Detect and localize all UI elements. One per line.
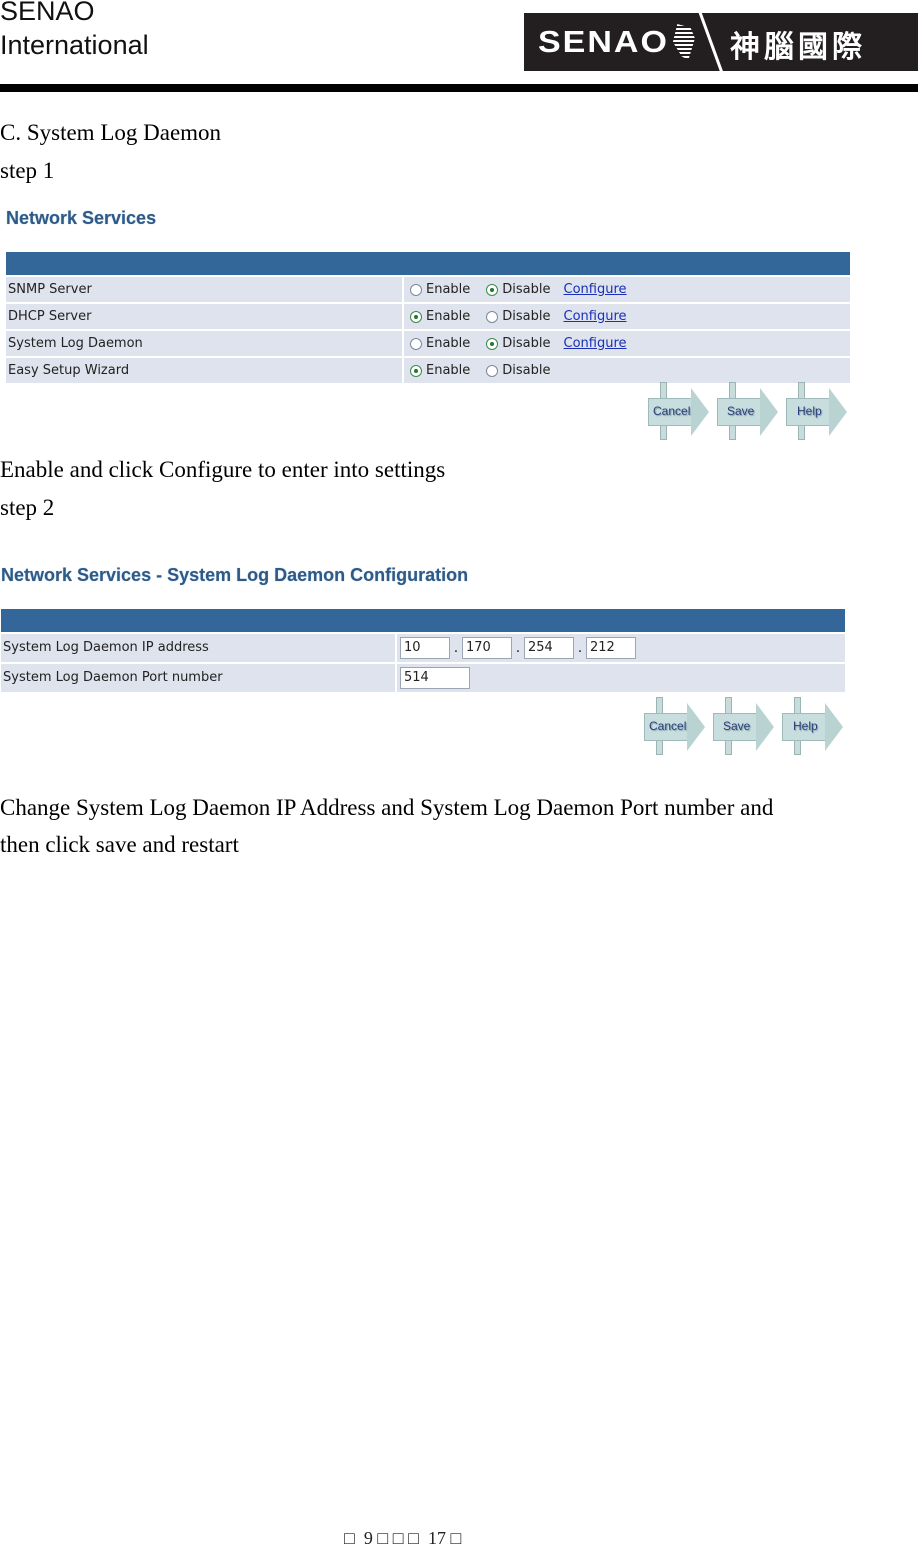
row-label: System Log Daemon IP address bbox=[1, 634, 397, 662]
button-label: Help bbox=[793, 719, 818, 733]
ip-separator: . bbox=[577, 640, 583, 656]
radio-label: Enable bbox=[426, 363, 471, 378]
ip-octet-3-input[interactable]: 254 bbox=[524, 637, 574, 659]
radio-label: Enable bbox=[426, 309, 471, 324]
row-value: Enable Disable Configure bbox=[404, 277, 850, 302]
company-name: SENAO International bbox=[0, 0, 149, 62]
services-table: SNMP Server Enable Disable Configure DHC… bbox=[6, 252, 850, 383]
arrow-right-icon bbox=[687, 703, 705, 751]
table-row: System Log Daemon Enable Disable Configu… bbox=[6, 331, 850, 356]
ip-address-fields: 10 . 170 . 254 . 212 bbox=[397, 634, 845, 662]
logo-mark-icon bbox=[672, 24, 695, 60]
wizard-disable-radio[interactable]: Disable bbox=[486, 363, 551, 378]
save-button[interactable]: Save bbox=[713, 697, 775, 755]
radio-label: Disable bbox=[502, 336, 551, 351]
ip-octet-4-input[interactable]: 212 bbox=[586, 637, 636, 659]
step2-instruction-line1: Change System Log Daemon IP Address and … bbox=[0, 795, 774, 820]
panel-title: Network Services bbox=[6, 208, 157, 228]
ip-separator: . bbox=[515, 640, 521, 656]
button-label: Cancel bbox=[649, 719, 687, 733]
company-name-line1: SENAO bbox=[0, 0, 95, 26]
step1-instruction: Enable and click Configure to enter into… bbox=[0, 457, 446, 482]
cancel-button[interactable]: Cancel bbox=[644, 697, 706, 755]
radio-on-icon bbox=[486, 337, 499, 350]
table-row: System Log Daemon IP address 10 . 170 . … bbox=[1, 634, 845, 662]
ip-octet-2-input[interactable]: 170 bbox=[462, 637, 512, 659]
snmp-enable-radio[interactable]: Enable bbox=[410, 282, 470, 297]
section-title: C. System Log Daemon bbox=[0, 120, 222, 145]
table-row: System Log Daemon Port number 514 bbox=[1, 664, 845, 692]
row-label: System Log Daemon Port number bbox=[1, 664, 397, 692]
ip-separator: . bbox=[453, 640, 459, 656]
header-rule bbox=[0, 84, 918, 92]
save-button[interactable]: Save bbox=[717, 382, 779, 440]
step2-label: step 2 bbox=[0, 495, 55, 520]
table-row: DHCP Server Enable Disable Configure bbox=[6, 304, 850, 329]
radio-label: Enable bbox=[426, 282, 471, 297]
arrow-right-icon bbox=[691, 388, 709, 436]
button-label: Save bbox=[727, 404, 755, 418]
row-label: System Log Daemon bbox=[6, 331, 404, 356]
arrow-right-icon bbox=[829, 388, 847, 436]
wizard-enable-radio[interactable]: Enable bbox=[410, 363, 470, 378]
syslog-config-table: System Log Daemon IP address 10 . 170 . … bbox=[1, 609, 845, 692]
table-row: Easy Setup Wizard Enable Disable bbox=[6, 358, 850, 383]
row-value: Enable Disable Configure bbox=[404, 304, 850, 329]
port-number-input[interactable]: 514 bbox=[400, 667, 470, 689]
syslog-enable-radio[interactable]: Enable bbox=[410, 336, 470, 351]
row-label: Easy Setup Wizard bbox=[6, 358, 404, 383]
network-services-panel: Network Services SNMP Server Enable Disa… bbox=[0, 200, 860, 450]
page-footer: □ 9 □ □ □ 17 □ bbox=[344, 1528, 462, 1548]
row-value: Enable Disable Configure bbox=[404, 331, 850, 356]
radio-off-icon bbox=[410, 337, 422, 350]
cancel-button[interactable]: Cancel bbox=[648, 382, 710, 440]
row-value: 514 bbox=[397, 664, 845, 692]
table-header-bar bbox=[6, 252, 850, 275]
radio-on-icon bbox=[410, 310, 422, 323]
radio-off-icon bbox=[410, 283, 422, 296]
dhcp-configure-link[interactable]: Configure bbox=[564, 309, 627, 324]
logo-chinese-text: 神腦國際 bbox=[730, 30, 866, 65]
arrow-right-icon bbox=[825, 703, 843, 751]
senao-logo: SENAO 神腦國際 bbox=[524, 13, 918, 71]
step1-label: step 1 bbox=[0, 158, 55, 183]
dhcp-disable-radio[interactable]: Disable bbox=[486, 309, 551, 324]
snmp-configure-link[interactable]: Configure bbox=[564, 282, 627, 297]
panel-title: Network Services - System Log Daemon Con… bbox=[1, 565, 469, 585]
radio-label: Enable bbox=[426, 336, 471, 351]
logo-english-text: SENAO bbox=[538, 24, 669, 59]
button-label: Save bbox=[723, 719, 751, 733]
action-buttons: Cancel Save Help bbox=[644, 697, 851, 755]
table-header-bar bbox=[1, 609, 845, 632]
button-label: Help bbox=[797, 404, 822, 418]
help-button[interactable]: Help bbox=[786, 382, 848, 440]
dhcp-enable-radio[interactable]: Enable bbox=[410, 309, 470, 324]
arrow-right-icon bbox=[760, 388, 778, 436]
radio-off-icon bbox=[486, 310, 499, 323]
snmp-disable-radio[interactable]: Disable bbox=[486, 282, 551, 297]
syslog-config-panel: Network Services - System Log Daemon Con… bbox=[0, 546, 862, 764]
row-value: Enable Disable bbox=[404, 358, 850, 383]
table-row: SNMP Server Enable Disable Configure bbox=[6, 277, 850, 302]
row-label: DHCP Server bbox=[6, 304, 404, 329]
ip-octet-1-input[interactable]: 10 bbox=[400, 637, 450, 659]
radio-on-icon bbox=[410, 364, 422, 377]
company-name-line2: International bbox=[0, 30, 149, 60]
step2-instruction-line2: then click save and restart bbox=[0, 832, 239, 857]
syslog-disable-radio[interactable]: Disable bbox=[486, 336, 551, 351]
row-label: SNMP Server bbox=[6, 277, 404, 302]
radio-off-icon bbox=[486, 364, 499, 377]
help-button[interactable]: Help bbox=[782, 697, 844, 755]
radio-label: Disable bbox=[502, 309, 551, 324]
logo-divider bbox=[698, 13, 725, 71]
radio-on-icon bbox=[486, 283, 499, 296]
radio-label: Disable bbox=[502, 282, 551, 297]
action-buttons: Cancel Save Help bbox=[648, 382, 855, 440]
radio-label: Disable bbox=[502, 363, 551, 378]
arrow-right-icon bbox=[756, 703, 774, 751]
syslog-configure-link[interactable]: Configure bbox=[564, 336, 627, 351]
button-label: Cancel bbox=[653, 404, 691, 418]
